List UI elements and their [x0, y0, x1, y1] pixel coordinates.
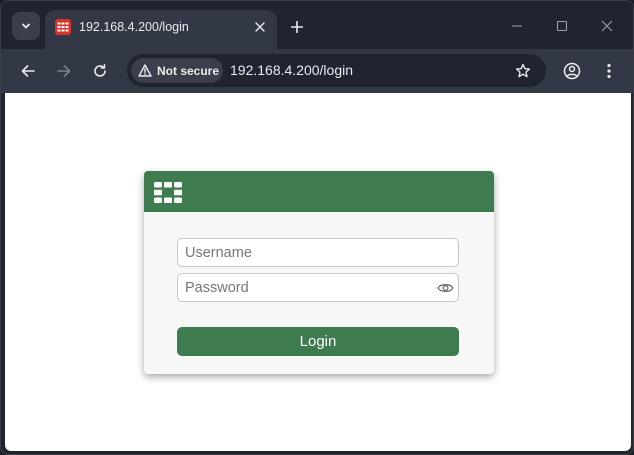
close-icon [255, 22, 265, 32]
username-input[interactable] [178, 239, 458, 266]
fortinet-favicon-icon [55, 19, 71, 35]
password-field[interactable] [177, 273, 459, 302]
url-text: 192.168.4.200/login [230, 62, 353, 78]
back-arrow-icon [21, 65, 35, 77]
menu-button[interactable] [597, 59, 621, 83]
maximize-icon [556, 20, 568, 32]
plus-icon [291, 21, 303, 33]
fortinet-logo-icon [154, 182, 182, 203]
reload-button[interactable] [88, 59, 112, 83]
address-bar[interactable]: Not secure 192.168.4.200/login [127, 54, 546, 87]
reload-icon [94, 64, 106, 77]
browser-window: 192.168.4.200/login Not secure 192.168.4… [0, 0, 634, 455]
password-input[interactable] [178, 274, 458, 301]
back-button[interactable] [16, 59, 40, 83]
tab-strip: 192.168.4.200/login [1, 1, 633, 49]
minimize-icon [512, 25, 522, 27]
kebab-menu-icon [607, 63, 611, 79]
security-chip[interactable]: Not secure [131, 58, 223, 83]
security-label: Not secure [157, 63, 220, 78]
active-tab[interactable]: 192.168.4.200/login [45, 10, 277, 49]
browser-toolbar: Not secure 192.168.4.200/login [1, 49, 633, 93]
eye-icon [436, 284, 454, 292]
tab-search-button[interactable] [12, 12, 40, 40]
profile-button[interactable] [560, 59, 584, 83]
window-close-icon [601, 20, 613, 32]
forward-button[interactable] [52, 59, 76, 83]
minimize-button[interactable] [507, 16, 527, 36]
window-close-button[interactable] [597, 16, 617, 36]
tab-search-icon [22, 23, 30, 29]
warning-icon [138, 64, 152, 77]
bookmark-button[interactable] [512, 60, 534, 82]
login-button[interactable]: Login [177, 327, 459, 356]
forward-arrow-icon [57, 65, 71, 77]
username-field[interactable] [177, 238, 459, 267]
page-content: Login [5, 93, 631, 451]
new-tab-button[interactable] [286, 16, 308, 38]
profile-icon [563, 62, 581, 80]
tab-title: 192.168.4.200/login [79, 20, 189, 34]
login-header [144, 171, 494, 212]
login-card: Login [144, 171, 494, 374]
show-password-button[interactable] [435, 278, 455, 298]
tab-close-button[interactable] [251, 18, 269, 36]
maximize-button[interactable] [552, 16, 572, 36]
star-icon [515, 63, 531, 78]
